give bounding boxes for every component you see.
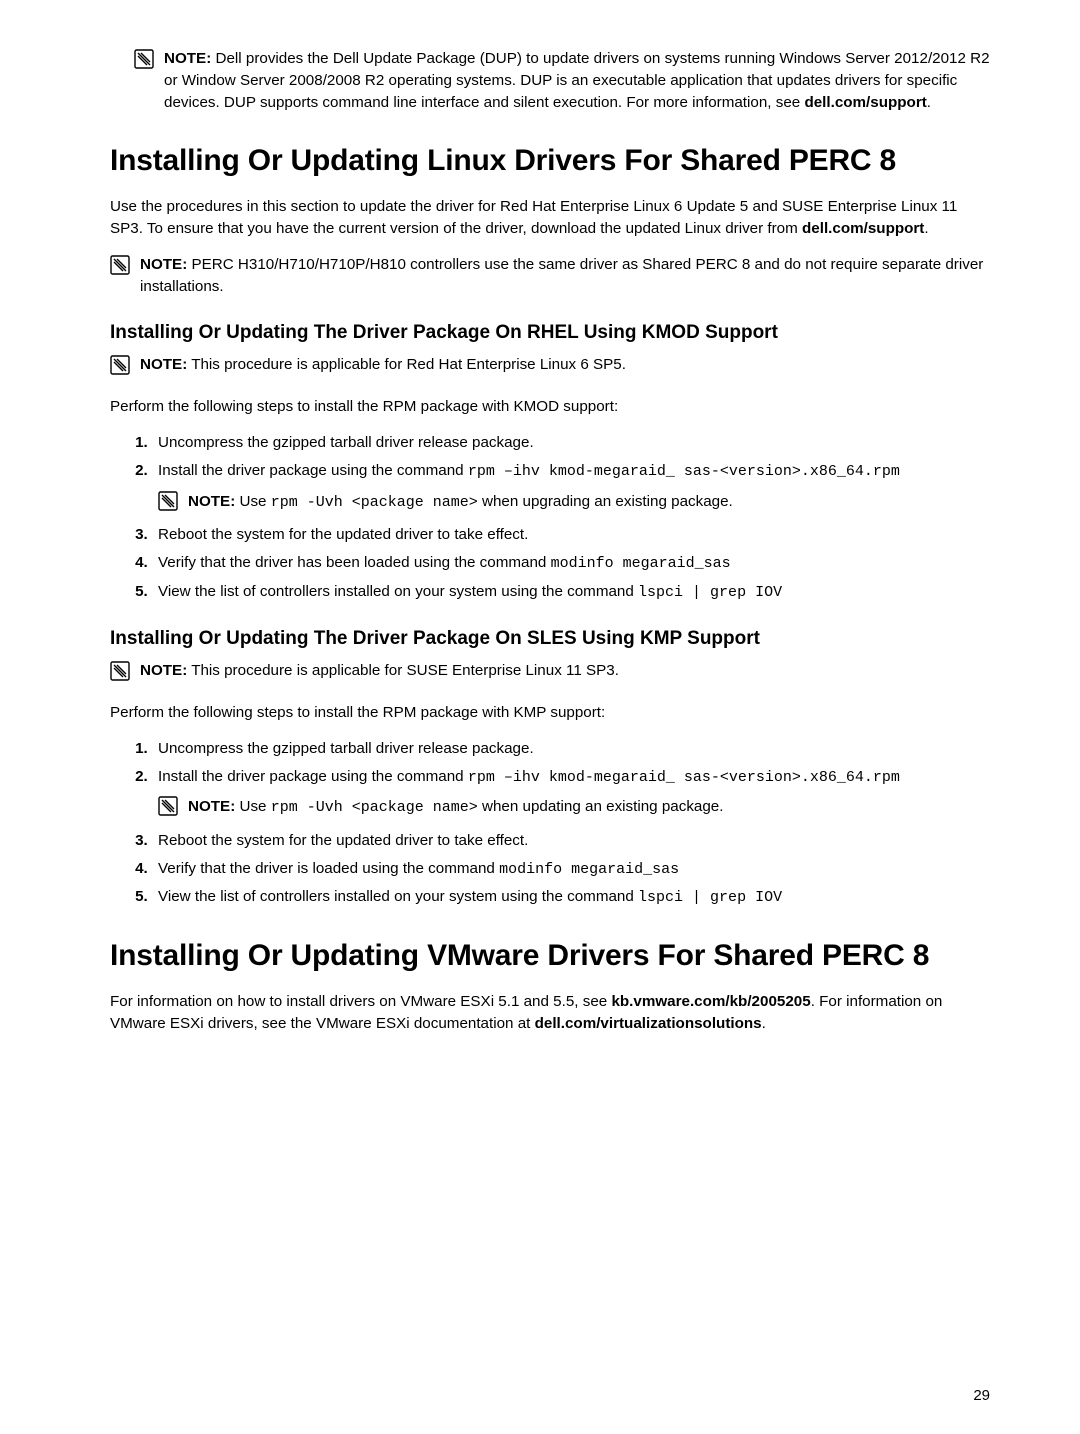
- vmware-link-2: dell.com/virtualizationsolutions: [535, 1015, 762, 1032]
- note-label: NOTE:: [140, 356, 187, 373]
- heading-rhel: Installing Or Updating The Driver Packag…: [110, 322, 990, 344]
- note-text: NOTE: PERC H310/H710/H710P/H810 controll…: [140, 254, 990, 298]
- note-rhel-applicable: NOTE: This procedure is applicable for R…: [110, 354, 990, 382]
- step-text: Uncompress the gzipped tarball driver re…: [158, 434, 534, 451]
- step-text: View the list of controllers installed o…: [158, 888, 638, 905]
- step-text: Install the driver package using the com…: [158, 768, 468, 785]
- step-text: Install the driver package using the com…: [158, 462, 468, 479]
- sles-step-2: Install the driver package using the com…: [152, 766, 990, 824]
- sles-step-4: Verify that the driver is loaded using t…: [152, 858, 990, 881]
- rhel-step-1: Uncompress the gzipped tarball driver re…: [152, 432, 990, 454]
- step-text: Verify that the driver is loaded using t…: [158, 860, 499, 877]
- step-code: modinfo megaraid_sas: [499, 861, 679, 878]
- sles-perform: Perform the following steps to install t…: [110, 702, 990, 724]
- step-code: rpm –ihv kmod-megaraid_ sas-<version>.x8…: [468, 769, 900, 786]
- note-perc-controllers: NOTE: PERC H310/H710/H710P/H810 controll…: [110, 254, 990, 298]
- document-page: NOTE: Dell provides the Dell Update Pack…: [0, 0, 1080, 1434]
- note-body: This procedure is applicable for Red Hat…: [191, 356, 626, 373]
- note-update-package: NOTE: Use rpm -Uvh <package name> when u…: [158, 796, 990, 823]
- note-dup: NOTE: Dell provides the Dell Update Pack…: [134, 48, 990, 114]
- step-text: Verify that the driver has been loaded u…: [158, 554, 551, 571]
- note-upgrade-package: NOTE: Use rpm -Uvh <package name> when u…: [158, 491, 990, 518]
- note-body-a: Use: [239, 798, 270, 815]
- linux-intro-tail: .: [924, 220, 928, 237]
- step-text: View the list of controllers installed o…: [158, 583, 638, 600]
- rhel-steps: Uncompress the gzipped tarball driver re…: [110, 432, 990, 603]
- note-text: NOTE: This procedure is applicable for R…: [140, 354, 990, 382]
- sles-step-5: View the list of controllers installed o…: [152, 886, 990, 909]
- note-icon: [110, 355, 130, 382]
- vmware-text-1: For information on how to install driver…: [110, 993, 611, 1010]
- note-text: NOTE: This procedure is applicable for S…: [140, 660, 990, 688]
- note-label: NOTE:: [188, 493, 235, 510]
- sles-step-1: Uncompress the gzipped tarball driver re…: [152, 738, 990, 760]
- rhel-step-3: Reboot the system for the updated driver…: [152, 524, 990, 546]
- note-icon: [158, 491, 178, 518]
- step-code: rpm –ihv kmod-megaraid_ sas-<version>.x8…: [468, 463, 900, 480]
- linux-intro-link: dell.com/support: [802, 220, 924, 237]
- note-body-b: when updating an existing package.: [478, 798, 724, 815]
- note-text: NOTE: Dell provides the Dell Update Pack…: [164, 48, 990, 114]
- heading-linux: Installing Or Updating Linux Drivers For…: [110, 144, 990, 178]
- note-code: rpm -Uvh <package name>: [271, 494, 478, 511]
- note-label: NOTE:: [140, 256, 187, 273]
- note-code: rpm -Uvh <package name>: [271, 799, 478, 816]
- note-body-b: when upgrading an existing package.: [478, 493, 733, 510]
- note-body-a: Use: [239, 493, 270, 510]
- rhel-perform: Perform the following steps to install t…: [110, 396, 990, 418]
- heading-vmware: Installing Or Updating VMware Drivers Fo…: [110, 939, 990, 973]
- note-icon: [158, 796, 178, 823]
- note-tail: .: [927, 94, 931, 111]
- step-code: lspci | grep IOV: [638, 889, 782, 906]
- step-text: Uncompress the gzipped tarball driver re…: [158, 740, 534, 757]
- vmware-body: For information on how to install driver…: [110, 991, 990, 1035]
- step-text: Reboot the system for the updated driver…: [158, 526, 528, 543]
- note-label: NOTE:: [188, 798, 235, 815]
- note-body: PERC H310/H710/H710P/H810 controllers us…: [140, 256, 983, 295]
- step-code: modinfo megaraid_sas: [551, 555, 731, 572]
- linux-intro: Use the procedures in this section to up…: [110, 196, 990, 240]
- rhel-step-2: Install the driver package using the com…: [152, 460, 990, 518]
- page-number: 29: [973, 1387, 990, 1404]
- step-code: lspci | grep IOV: [638, 584, 782, 601]
- note-label: NOTE:: [140, 662, 187, 679]
- note-text: NOTE: Use rpm -Uvh <package name> when u…: [188, 491, 733, 514]
- rhel-step-5: View the list of controllers installed o…: [152, 581, 990, 604]
- vmware-link-1: kb.vmware.com/kb/2005205: [611, 993, 810, 1010]
- note-icon: [134, 49, 154, 114]
- note-icon: [110, 661, 130, 688]
- rhel-step-4: Verify that the driver has been loaded u…: [152, 552, 990, 575]
- note-sles-applicable: NOTE: This procedure is applicable for S…: [110, 660, 990, 688]
- note-label: NOTE:: [164, 50, 211, 67]
- note-text: NOTE: Use rpm -Uvh <package name> when u…: [188, 796, 723, 819]
- note-body: This procedure is applicable for SUSE En…: [191, 662, 619, 679]
- sles-steps: Uncompress the gzipped tarball driver re…: [110, 738, 990, 909]
- heading-sles: Installing Or Updating The Driver Packag…: [110, 628, 990, 650]
- sles-step-3: Reboot the system for the updated driver…: [152, 830, 990, 852]
- note-icon: [110, 255, 130, 298]
- note-link: dell.com/support: [804, 94, 926, 111]
- step-text: Reboot the system for the updated driver…: [158, 832, 528, 849]
- vmware-text-3: .: [762, 1015, 766, 1032]
